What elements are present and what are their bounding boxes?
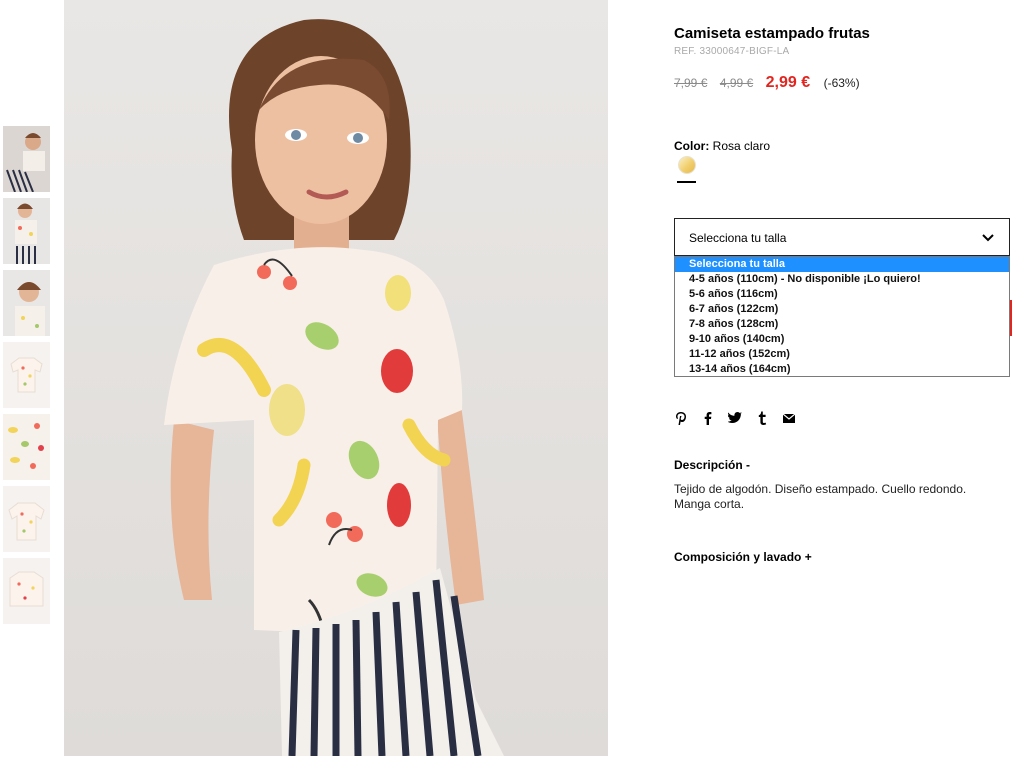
price-previous: 4,99 €	[719, 76, 754, 90]
size-option[interactable]: 4-5 años (110cm) - No disponible ¡Lo qui…	[675, 272, 1009, 287]
size-option[interactable]: Selecciona tu talla	[675, 257, 1009, 272]
size-option[interactable]: 13-14 años (164cm)	[675, 362, 1009, 377]
size-option[interactable]: 7-8 años (128cm)	[675, 317, 1009, 332]
size-select-value: Selecciona tu talla	[689, 231, 787, 245]
facebook-icon[interactable]	[701, 410, 715, 426]
swatch-selected-indicator	[677, 181, 696, 183]
thumbnail-4[interactable]	[3, 342, 50, 408]
thumbnail-5[interactable]	[3, 414, 50, 480]
tumblr-icon[interactable]	[755, 410, 769, 426]
product-ref: REF. 33000647-BIGF-LA	[674, 46, 790, 57]
thumbnail-2[interactable]	[3, 198, 50, 264]
size-option[interactable]: 9-10 años (140cm)	[675, 332, 1009, 347]
description-text: Tejido de algodón. Diseño estampado. Cue…	[674, 482, 967, 511]
price-original: 7,99 €	[674, 76, 708, 90]
color-value: Rosa claro	[712, 139, 771, 153]
email-icon[interactable]	[782, 410, 796, 426]
share-icons	[674, 410, 796, 426]
model-photo	[64, 0, 608, 756]
pinterest-icon[interactable]	[674, 410, 688, 426]
color-label-row: Color: Rosa claro	[674, 139, 770, 153]
thumbnail-3[interactable]	[3, 270, 50, 336]
product-main-image[interactable]	[64, 0, 608, 756]
chevron-down-icon	[982, 234, 994, 242]
size-option[interactable]: 6-7 años (122cm)	[675, 302, 1009, 317]
color-swatch[interactable]	[678, 156, 696, 174]
price-current: 2,99 €	[765, 74, 811, 91]
thumbnail-6[interactable]	[3, 486, 50, 552]
twitter-icon[interactable]	[728, 410, 742, 426]
size-dropdown-list: Selecciona tu talla 4-5 años (110cm) - N…	[674, 256, 1010, 377]
composition-toggle[interactable]: Composición y lavado +	[674, 550, 812, 564]
thumbnail-list	[3, 126, 50, 630]
size-option[interactable]: 5-6 años (116cm)	[675, 287, 1009, 302]
description-toggle[interactable]: Descripción -	[674, 458, 750, 472]
product-title: Camiseta estampado frutas	[674, 25, 870, 42]
thumbnail-1[interactable]	[3, 126, 50, 192]
size-select[interactable]: Selecciona tu talla	[674, 218, 1010, 256]
price-block: 7,99 € 4,99 € 2,99 € (-63%)	[674, 74, 860, 92]
thumbnail-7[interactable]	[3, 558, 50, 624]
size-option[interactable]: 11-12 años (152cm)	[675, 347, 1009, 362]
color-label: Color:	[674, 139, 710, 153]
discount-badge: (-63%)	[823, 76, 860, 90]
